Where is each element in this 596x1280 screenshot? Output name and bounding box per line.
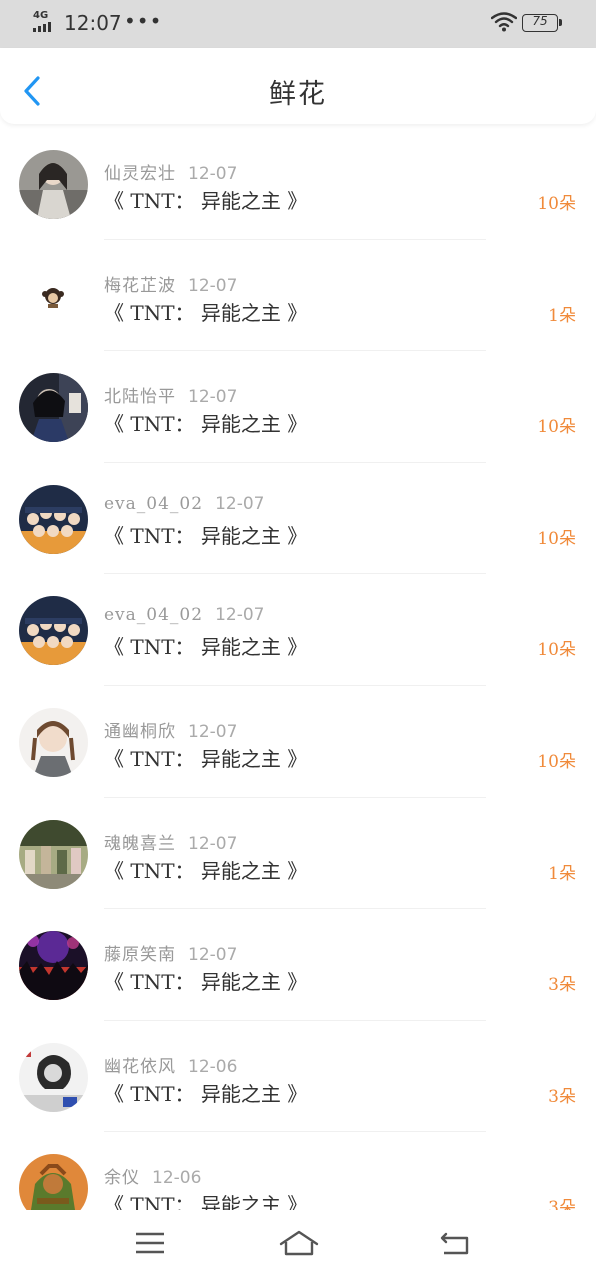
user-name: 幽花依风 [104,1056,176,1077]
name-line: 幽花依风 12-06 [104,1052,237,1077]
name-line: 魂魄喜兰 12-07 [104,829,237,854]
list-item[interactable]: 梅花芷波 12-07 《 TNT： 异能之主 》 1朵 [0,240,596,352]
battery-icon: 75 [522,14,562,32]
list-item[interactable]: eva_04_02 12-07 《 TNT： 异能之主 》 10朵 [0,463,596,575]
list-item[interactable]: 藤原笑南 12-07 《 TNT： 异能之主 》 3朵 [0,909,596,1021]
notification-dots: ••• [124,9,163,33]
network-type: 4G [33,10,49,21]
flower-count: 1朵 [548,863,576,884]
menu-icon[interactable] [133,1228,167,1258]
book-title: 《 TNT： 异能之主 》 [104,412,308,437]
book-title: 《 TNT： 异能之主 》 [104,746,308,771]
user-name: 仙灵宏壮 [104,164,176,184]
home-icon[interactable] [279,1228,319,1258]
flower-count: 3朵 [548,1198,576,1210]
name-line: 梅花芷波 12-07 [104,271,237,296]
book-title: 《 TNT： 异能之主 》 [104,300,308,325]
flower-count: 3朵 [548,975,576,996]
user-name: 藤原笑南 [104,945,176,966]
gift-date: 12-07 [215,605,265,626]
avatar[interactable] [19,819,88,889]
user-name: 余仪 [104,1168,140,1189]
list-item[interactable]: 通幽桐欣 12-07 《 TNT： 异能之主 》 10朵 [0,686,596,798]
book-title: 《 TNT： 异能之主 》 [104,970,308,995]
wifi-icon [491,12,517,32]
avatar[interactable] [19,931,88,1001]
flower-count: 10朵 [537,417,576,438]
name-line: 藤原笑南 12-07 [104,940,237,965]
flower-count: 10朵 [537,528,576,549]
gift-date: 12-06 [152,1168,202,1189]
flower-count: 10朵 [537,751,576,772]
name-line: eva_04_02 12-07 [104,494,264,514]
flower-count: 3朵 [548,1086,576,1107]
flower-count: 10朵 [537,640,576,661]
flower-list: 仙灵宏壮 12-07 《 TNT： 异能之主 》 10朵 梅花芷波 12-07 《 TNT：… [0,128,596,1210]
list-item[interactable]: 余仪 12-06 《 TNT： 异能之主 》 3朵 [0,1132,596,1210]
book-title: 《 TNT： 异能之主 》 [104,635,308,660]
gift-date: 12-07 [188,945,238,966]
avatar[interactable] [19,1154,88,1210]
battery-level: 75 [532,14,548,28]
gift-date: 12-07 [188,164,238,184]
name-line: 北陆怡平 12-07 [104,382,237,407]
system-nav-bar [0,1210,596,1280]
gift-date: 12-06 [188,1056,238,1077]
avatar[interactable] [19,484,88,554]
user-name: eva_04_02 [104,605,204,626]
avatar[interactable] [19,150,88,219]
name-line: 通幽桐欣 12-07 [104,717,237,742]
flower-count: 10朵 [537,194,576,214]
list-item[interactable]: 魂魄喜兰 12-07 《 TNT： 异能之主 》 1朵 [0,798,596,910]
user-name: 北陆怡平 [104,387,176,408]
book-title: 《 TNT： 异能之主 》 [104,189,308,213]
avatar[interactable] [19,596,88,666]
avatar[interactable] [19,261,88,331]
signal-icon [33,22,51,32]
app-header: 鲜花 [0,48,596,124]
name-line: 余仪 12-06 [104,1163,201,1188]
status-time: 12:07 [64,11,122,35]
gift-date: 12-07 [188,721,238,742]
flower-count: 1朵 [548,305,576,326]
gift-date: 12-07 [188,275,238,296]
book-title: 《 TNT： 异能之主 》 [104,1081,308,1106]
book-title: 《 TNT： 异能之主 》 [104,523,308,548]
gift-date: 12-07 [188,833,238,854]
page-title: 鲜花 [269,79,327,110]
book-title: 《 TNT： 异能之主 》 [104,1193,308,1210]
list-item[interactable]: 仙灵宏壮 12-07 《 TNT： 异能之主 》 10朵 [0,128,596,240]
avatar[interactable] [19,373,88,443]
list-item[interactable]: 北陆怡平 12-07 《 TNT： 异能之主 》 10朵 [0,351,596,463]
avatar[interactable] [19,707,88,777]
user-name: eva_04_02 [104,493,204,514]
book-title: 《 TNT： 异能之主 》 [104,858,308,883]
user-name: 通幽桐欣 [104,721,176,742]
return-icon[interactable] [438,1228,472,1258]
user-name: 梅花芷波 [104,275,176,296]
gift-date: 12-07 [215,493,265,514]
list-item[interactable]: 幽花依风 12-06 《 TNT： 异能之主 》 3朵 [0,1021,596,1133]
gift-date: 12-07 [188,387,238,408]
avatar[interactable] [19,1042,88,1112]
name-line: eva_04_02 12-07 [104,605,264,625]
name-line: 仙灵宏壮 12-07 [104,159,237,184]
list-item[interactable]: eva_04_02 12-07 《 TNT： 异能之主 》 10朵 [0,574,596,686]
user-name: 魂魄喜兰 [104,833,176,854]
status-bar: 4G 12:07 ••• 75 [0,0,596,48]
